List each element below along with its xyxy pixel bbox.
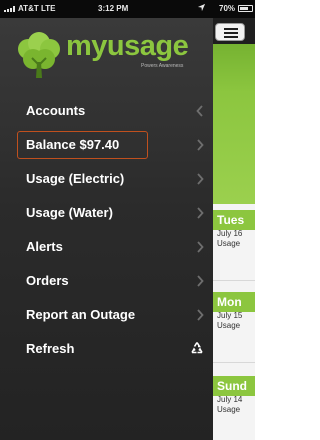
day-usage: Usage	[217, 239, 241, 248]
day-date: July 16	[217, 229, 243, 238]
status-time: 3:12 PM	[98, 4, 129, 13]
menu-item-accounts[interactable]: Accounts	[0, 94, 213, 128]
nav-menu: Accounts Balance $97.40 Usage (Electric)	[0, 94, 213, 366]
app-tagline: Powers Awareness	[141, 63, 184, 69]
hamburger-menu-button[interactable]	[215, 23, 245, 41]
content-hero	[213, 18, 255, 204]
day-usage: Usage	[217, 321, 241, 330]
day-card[interactable]: Sund July 14 Usage	[213, 376, 255, 440]
battery-percent: 70%	[219, 4, 236, 13]
day-name: Mon	[217, 295, 242, 309]
menu-item-label: Refresh	[26, 341, 75, 356]
menu-item-label: Alerts	[26, 239, 63, 254]
day-name: Sund	[217, 379, 247, 393]
menu-item-usage-electric[interactable]: Usage (Electric)	[0, 162, 213, 196]
day-date: July 14	[217, 395, 243, 404]
menu-item-label: Orders	[26, 273, 69, 288]
main-content-peek: Tues July 16 Usage Mon July 15 Usage Sun…	[213, 18, 255, 440]
menu-item-label: Usage (Electric)	[26, 171, 125, 186]
day-name: Tues	[217, 213, 245, 227]
recycle-icon	[191, 342, 203, 354]
phone-screen: AT&T LTE 3:12 PM 70% myusage Powers Awar…	[0, 0, 255, 440]
day-card[interactable]: Tues July 16 Usage	[213, 210, 255, 274]
menu-item-usage-water[interactable]: Usage (Water)	[0, 196, 213, 230]
menu-item-orders[interactable]: Orders	[0, 264, 213, 298]
day-date: July 15	[217, 311, 243, 320]
menu-item-label: Balance $97.40	[26, 137, 120, 152]
day-card-header: Mon	[213, 292, 255, 312]
chevron-right-icon	[197, 275, 204, 287]
divider	[213, 362, 255, 363]
day-card-header: Tues	[213, 210, 255, 230]
menu-item-label: Report an Outage	[26, 307, 136, 322]
status-bar: AT&T LTE 3:12 PM 70%	[0, 0, 255, 18]
chevron-right-icon	[197, 173, 204, 185]
app-logo: myusage Powers Awareness	[14, 28, 209, 84]
battery-fill	[240, 7, 248, 10]
chevron-right-icon	[197, 309, 204, 321]
chevron-right-icon	[197, 207, 204, 219]
divider	[213, 280, 255, 281]
tree-logo-icon	[18, 32, 60, 78]
battery-icon	[238, 5, 253, 12]
signal-strength-icon	[4, 6, 16, 12]
location-arrow-icon	[197, 3, 206, 12]
app-name: myusage	[66, 30, 189, 62]
day-card-header: Sund	[213, 376, 255, 396]
side-drawer: myusage Powers Awareness Accounts Balanc…	[0, 18, 213, 440]
chevron-left-icon	[196, 105, 203, 117]
menu-item-label: Usage (Water)	[26, 205, 113, 220]
chevron-right-icon	[197, 241, 204, 253]
menu-item-balance[interactable]: Balance $97.40	[0, 128, 213, 162]
day-card[interactable]: Mon July 15 Usage	[213, 292, 255, 356]
menu-item-label: Accounts	[26, 103, 86, 118]
menu-item-alerts[interactable]: Alerts	[0, 230, 213, 264]
carrier-label: AT&T LTE	[18, 4, 56, 13]
menu-item-report-outage[interactable]: Report an Outage	[0, 298, 213, 332]
chevron-right-icon	[197, 139, 204, 151]
menu-item-refresh[interactable]: Refresh	[0, 332, 213, 366]
day-usage: Usage	[217, 405, 241, 414]
